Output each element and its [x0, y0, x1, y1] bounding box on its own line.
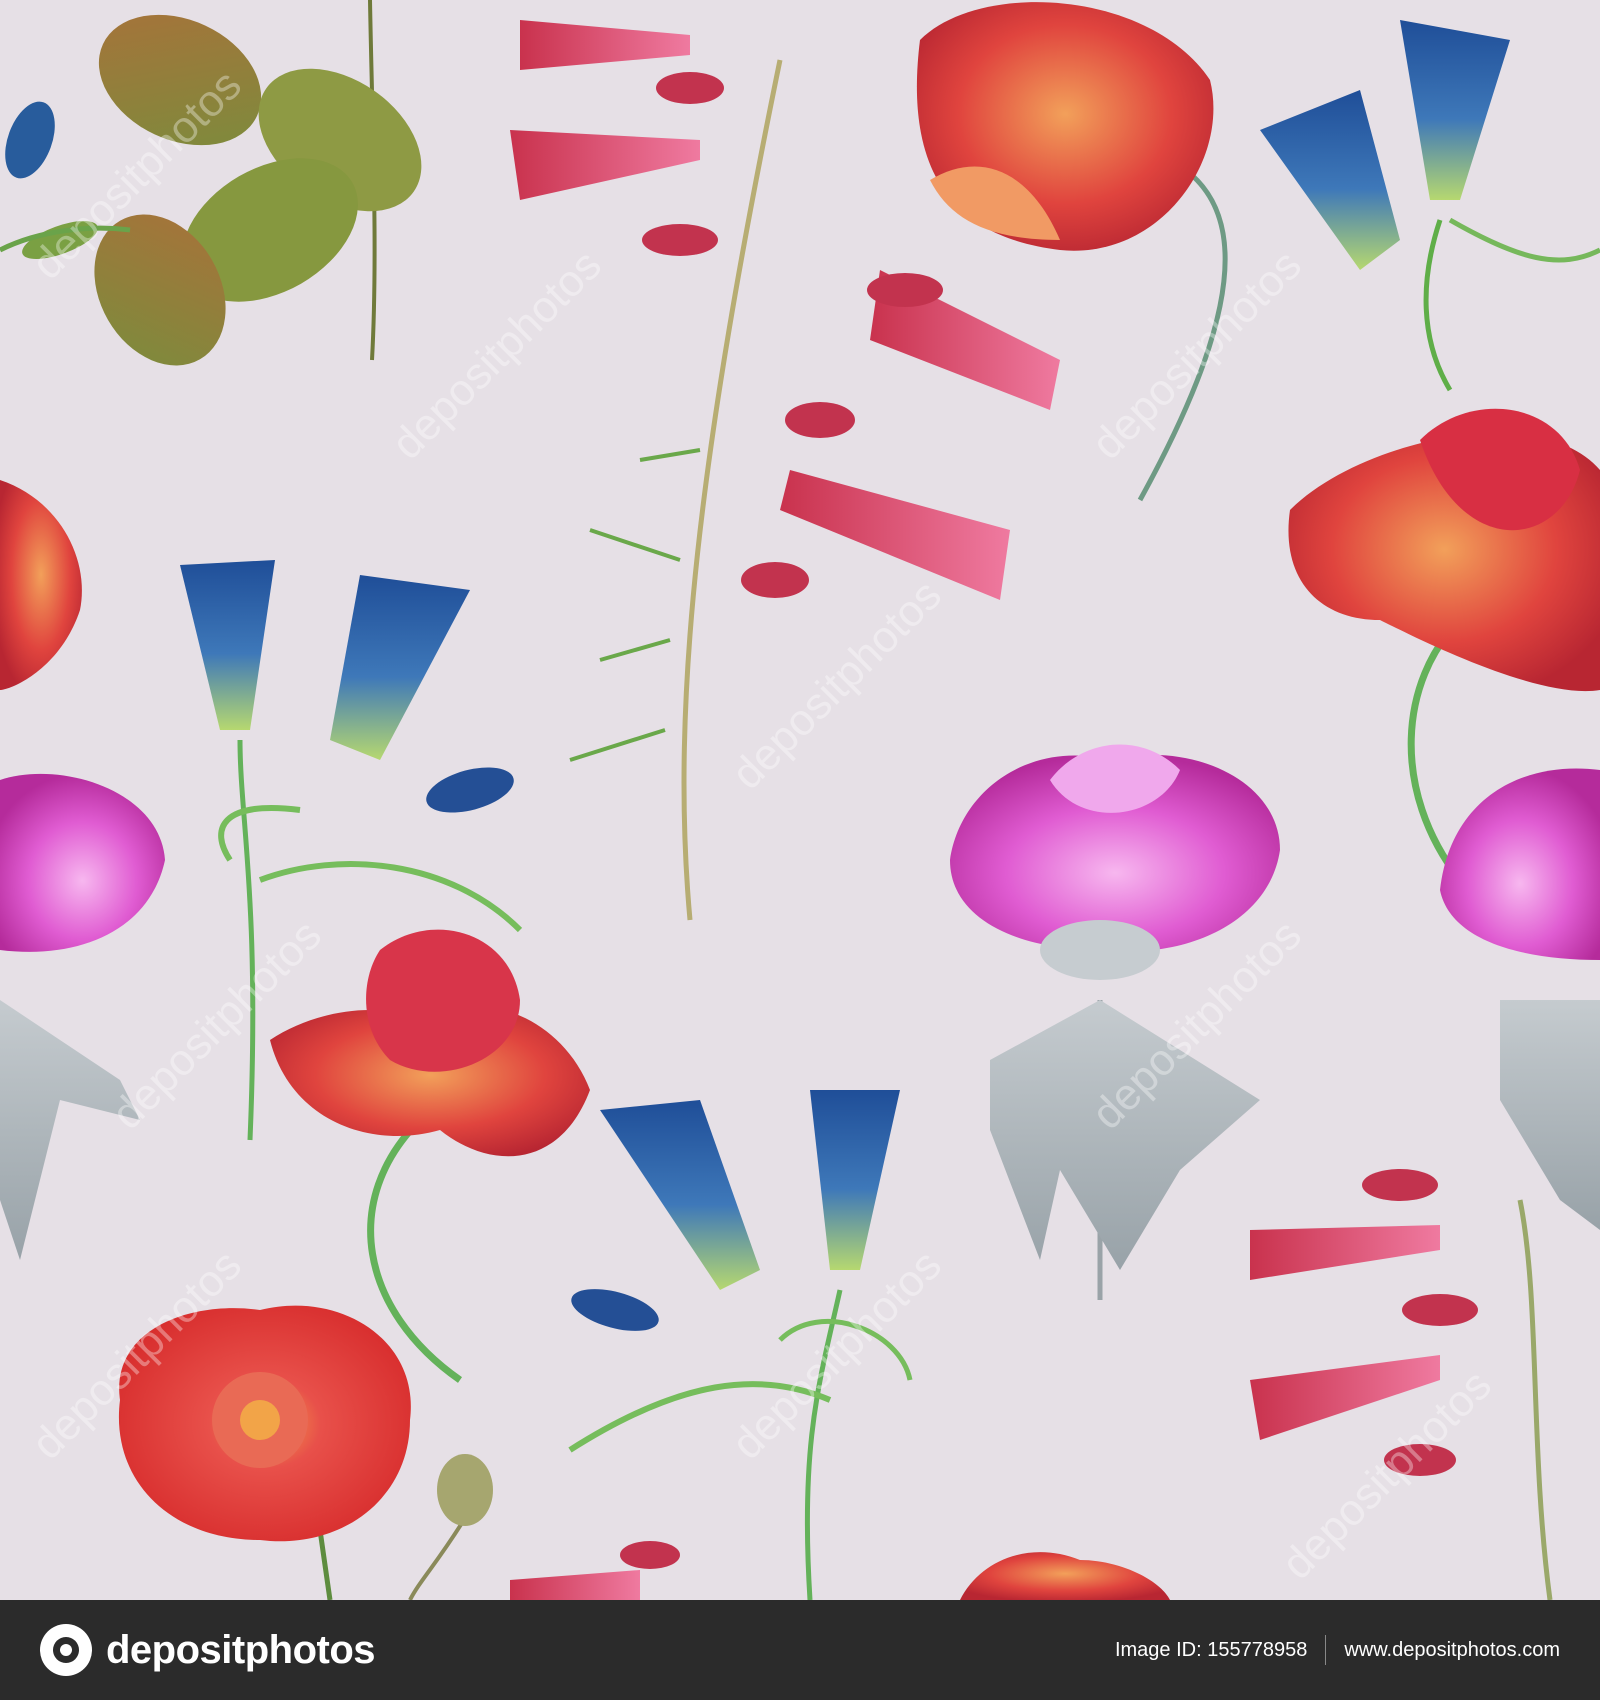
stock-footer-bar: depositphotos Image ID: 155778958 www.de…	[0, 1600, 1600, 1700]
gentian-motif-bottom	[568, 1090, 913, 1600]
peony-motif-left-edge	[0, 773, 165, 1260]
penstemon-motif-bottom-right	[1250, 1169, 1553, 1600]
parrot-tulip-motif-top	[916, 2, 1228, 502]
peony-motif-center	[950, 744, 1280, 1300]
site-link[interactable]: www.depositphotos.com	[1344, 1639, 1560, 1662]
parrot-tulip-motif-left-edge	[0, 480, 82, 690]
rose-bloom-motif	[118, 1305, 411, 1600]
floral-illustration	[0, 0, 1600, 1600]
depositphotos-logo-icon	[40, 1624, 92, 1676]
peony-motif-right-edge	[1440, 768, 1600, 1230]
image-meta: Image ID: 155778958 www.depositphotos.co…	[1115, 1600, 1560, 1700]
image-id: Image ID: 155778958	[1114, 1638, 1308, 1661]
meta-divider	[1325, 1635, 1327, 1665]
penstemon-motif-bottom-edge	[510, 1541, 680, 1600]
gentian-motif-top-right	[1260, 20, 1600, 392]
rose-bud-motif	[408, 1454, 493, 1600]
brand-logo[interactable]: depositphotos	[40, 1622, 376, 1678]
rose-leaves-motif	[0, 0, 422, 366]
brand-name: depositphotos	[106, 1627, 376, 1672]
floral-pattern-image: depositphotos depositphotos depositphoto…	[0, 0, 1600, 1600]
tulip-motif-bottom-edge	[960, 1552, 1170, 1600]
